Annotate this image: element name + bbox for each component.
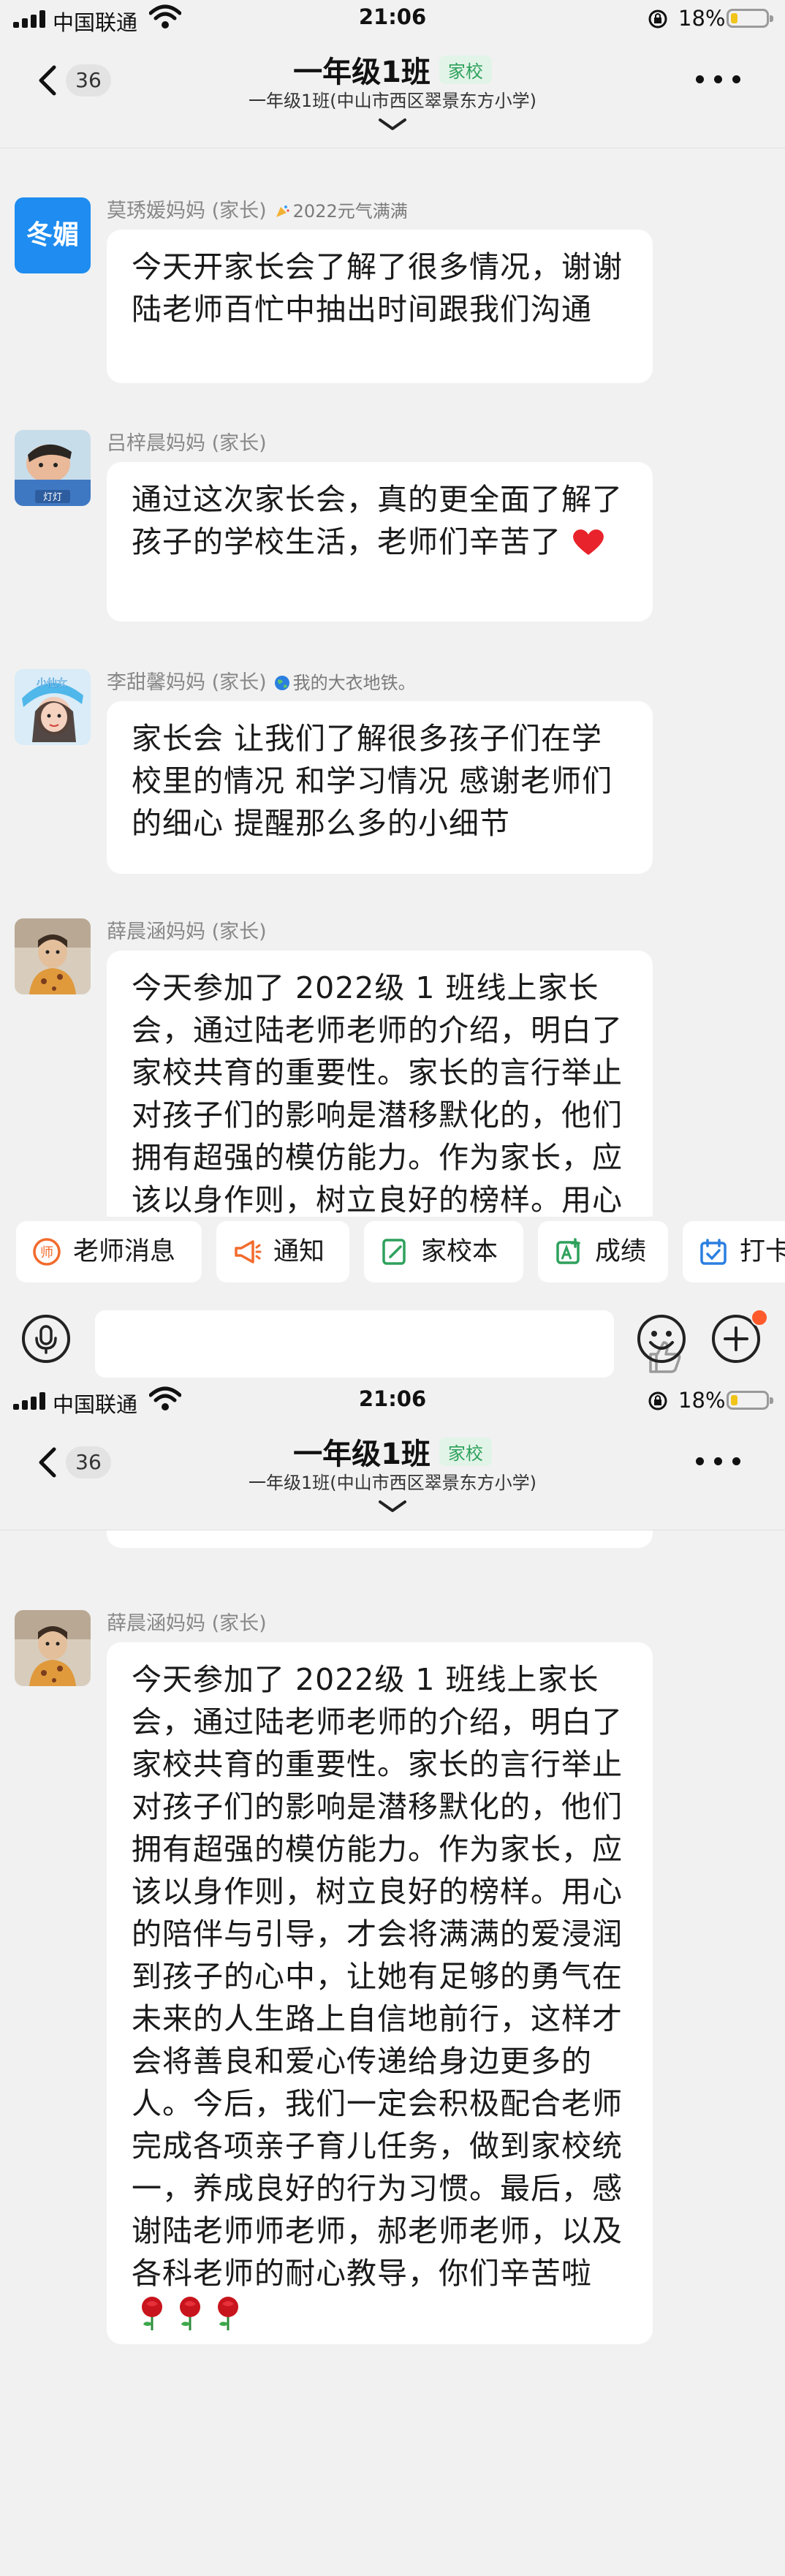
message-text: 家长会 让我们了解很多孩子们在学校里的情况 和学习情况 感谢老师们的细心 提醒那… <box>132 721 613 841</box>
quick-action-grades[interactable]: 成绩 <box>538 1221 668 1283</box>
page-subtitle: 一年级1班(中山市西区翠景东方小学) <box>249 91 536 111</box>
sender-line: 吕梓晨妈妈 (家长) <box>107 427 267 456</box>
avatar[interactable]: 冬媚 <box>15 197 91 273</box>
avatar[interactable] <box>15 918 91 994</box>
sender-line: 薛晨涵妈妈 (家长) <box>107 1607 267 1636</box>
status-bar: 中国联通 21:06 18% <box>0 1382 785 1420</box>
message-bubble[interactable]: 家长会 让我们了解很多孩子们在学校里的情况 和学习情况 感谢老师们的细心 提醒那… <box>107 701 653 874</box>
svg-text:师: 师 <box>40 1245 53 1261</box>
sender-name[interactable]: 莫琇媛妈妈 (家长) <box>107 200 267 222</box>
page-title: 一年级1班 <box>293 56 431 89</box>
more-button[interactable] <box>693 66 744 92</box>
chat-screen-top: 中国联通 21:06 18% 36 一年级1班 家校 一年级1班(中山市西区翠景东… <box>0 0 785 1382</box>
quick-action-bar: 师 老师消息 通知 家校本 成绩 打卡 <box>0 1217 785 1290</box>
sender-name[interactable]: 李甜馨妈妈 (家长) <box>107 671 267 694</box>
message-bubble[interactable]: 通过这次家长会，真的更全面了解了孩子的学校生活，老师们辛苦了 <box>107 462 653 622</box>
message-text: 今天参加了 2022级 1 班线上家长会，通过陆老师老师的介绍，明白了家校共育的… <box>132 1662 623 2291</box>
sender-status: 我的大衣地铁。 <box>292 673 416 693</box>
page-title: 一年级1班 <box>293 1438 431 1471</box>
message-input[interactable] <box>95 1310 681 1378</box>
page-subtitle: 一年级1班(中山市西区翠景东方小学) <box>249 1473 536 1493</box>
globe-icon <box>274 676 289 690</box>
avatar-label: 灯灯 <box>43 492 62 503</box>
rotation-lock-icon <box>648 10 667 29</box>
quick-action-notice[interactable]: 通知 <box>216 1221 349 1283</box>
emoji-button[interactable] <box>636 1313 687 1364</box>
message-bubble[interactable]: 今天参加了 2022级 1 班线上家长会，通过陆老师老师的介绍，明白了家校共育的… <box>107 1642 653 2344</box>
avatar[interactable]: 灯灯 <box>15 430 91 506</box>
teacher-icon: 师 <box>33 1238 61 1266</box>
rotation-lock-icon <box>648 1391 667 1410</box>
sender-line: 薛晨涵妈妈 (家长) <box>107 915 267 944</box>
message-text: 通过这次家长会，真的更全面了解了孩子的学校生活，老师们辛苦了 <box>132 482 623 559</box>
message-bubble[interactable]: 今天参加了 2022级 1 班线上家长会，通过陆老师老师的介绍，明白了家校共育的… <box>107 951 653 1228</box>
rose-emoji <box>180 2297 200 2330</box>
nav-title-row: 一年级1班 家校 <box>0 48 785 91</box>
nav-bar: 36 一年级1班 家校 一年级1班(中山市西区翠景东方小学) <box>0 38 785 148</box>
nav-bar: 36 一年级1班 家校 一年级1班(中山市西区翠景东方小学) <box>0 1420 785 1530</box>
megaphone-icon <box>235 1240 262 1264</box>
sender-name[interactable]: 薛晨涵妈妈 (家长) <box>107 921 267 943</box>
battery-percent: 18% <box>678 1388 726 1413</box>
message-bubble[interactable]: 今天开家长会了解了很多情况，谢谢陆老师百忙中抽出时间跟我们沟通 <box>107 230 653 383</box>
quick-action-homework-book[interactable]: 家校本 <box>364 1221 523 1283</box>
message-text: 今天开家长会了解了很多情况，谢谢陆老师百忙中抽出时间跟我们沟通 <box>132 249 623 327</box>
quick-action-checkin[interactable]: 打卡 <box>683 1221 785 1283</box>
sender-name[interactable]: 薛晨涵妈妈 (家长) <box>107 1612 267 1635</box>
avatar-label: 小仙女 <box>37 677 67 690</box>
status-bar: 中国联通 21:06 18% <box>0 0 785 38</box>
sender-line: 李甜馨妈妈 (家长) 我的大衣地铁。 <box>107 666 416 695</box>
nav-title-row: 一年级1班 家校 <box>0 1430 785 1473</box>
avatar[interactable]: 小仙女 <box>15 669 91 745</box>
battery-icon <box>727 1391 773 1410</box>
battery-icon <box>727 9 773 28</box>
quick-action-teacher-messages[interactable]: 师 老师消息 <box>16 1221 202 1283</box>
avatar[interactable] <box>15 1610 91 1686</box>
group-type-tag: 家校 <box>439 1437 492 1466</box>
voice-input-button[interactable] <box>20 1313 72 1364</box>
rose-emoji <box>142 2297 162 2330</box>
new-badge-dot <box>751 1309 768 1326</box>
party-icon <box>276 205 289 217</box>
red-heart-emoji <box>573 529 604 555</box>
sender-line: 莫琇媛妈妈 (家长) 2022元气满满 <box>107 194 408 223</box>
message-text: 今天参加了 2022级 1 班线上家长会，通过陆老师老师的介绍，明白了家校共育的… <box>132 970 623 1228</box>
grade-icon <box>556 1238 580 1264</box>
notebook-icon <box>382 1239 406 1265</box>
battery-percent: 18% <box>678 6 726 31</box>
chevron-down-icon[interactable] <box>376 1497 409 1515</box>
sender-status: 2022元气满满 <box>292 201 408 222</box>
input-bar <box>0 1294 785 1382</box>
chat-screen-bottom: 中国联通 21:06 18% 36 一年级1班 家校 一年级1班(中山市西区翠景东… <box>0 1382 785 2576</box>
more-button[interactable] <box>693 1448 744 1474</box>
checkin-icon <box>700 1239 727 1265</box>
sender-name[interactable]: 吕梓晨妈妈 (家长) <box>107 432 267 455</box>
rose-emoji <box>218 2297 238 2330</box>
group-type-tag: 家校 <box>439 55 492 84</box>
chevron-down-icon[interactable] <box>376 116 409 133</box>
previous-bubble-edge <box>107 1530 653 1548</box>
